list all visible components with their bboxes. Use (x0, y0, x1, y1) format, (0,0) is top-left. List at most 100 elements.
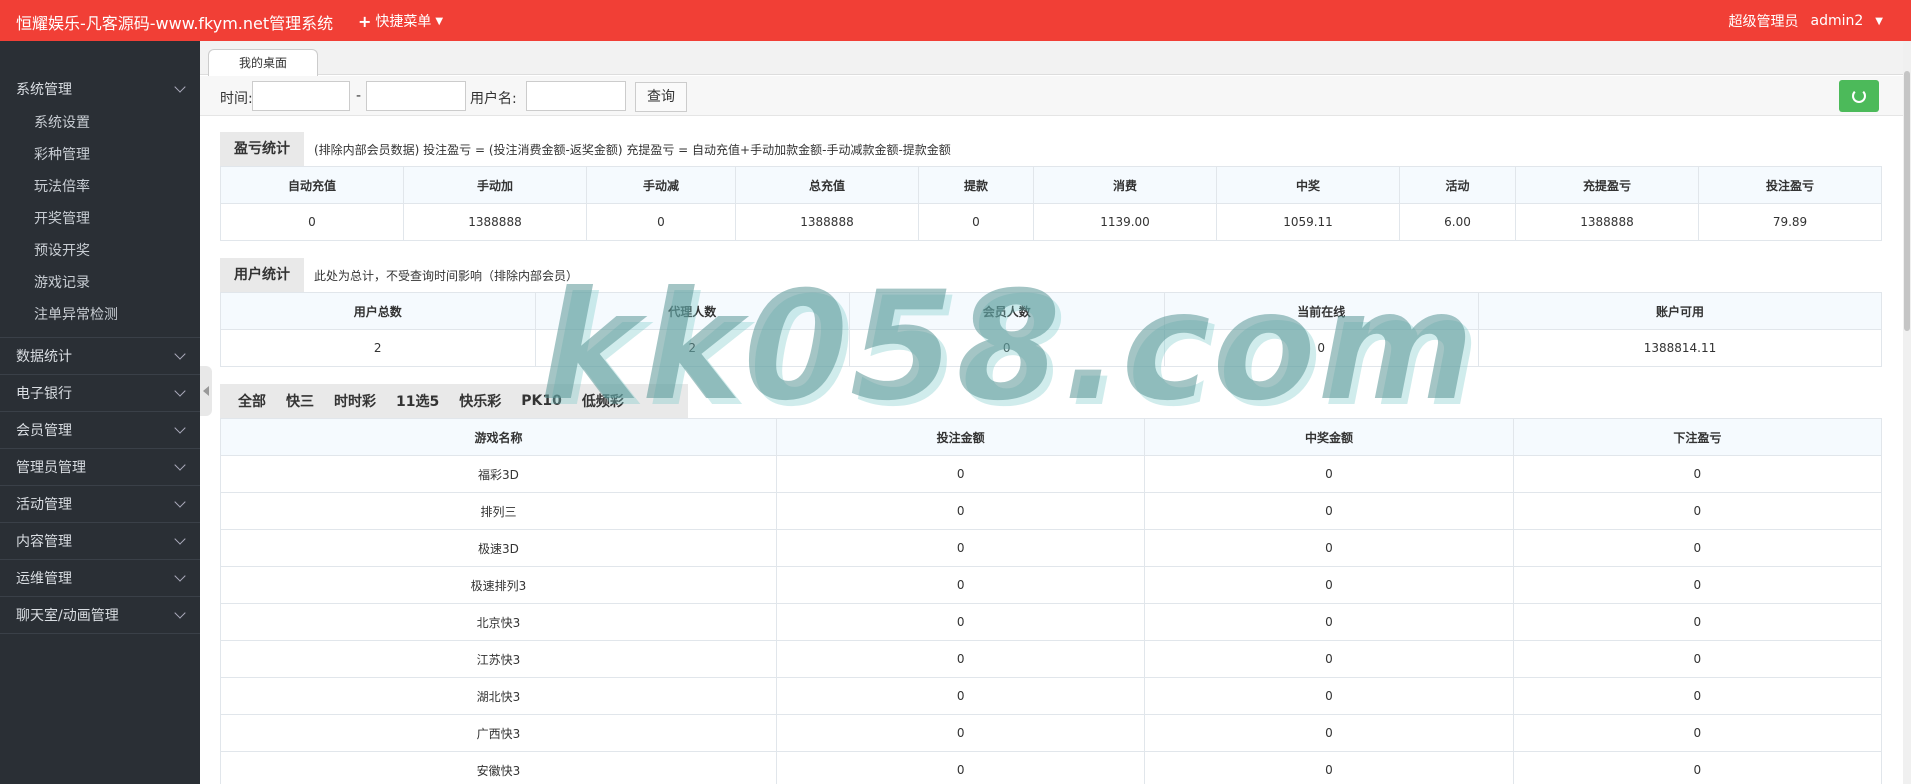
table-cell: 0 (1512, 455, 1883, 493)
table-header: 代理人数 (534, 292, 850, 330)
tab-low-freq[interactable]: 低频彩 (582, 391, 624, 411)
table-header: 投注金额 (775, 418, 1146, 456)
table-cell: 0 (775, 455, 1146, 493)
profit-section-header: 盈亏统计 (排除内部会员数据) 投注盈亏 = (投注消费金额-返奖金额) 充提盈… (220, 132, 951, 166)
table-header: 手动加 (403, 166, 587, 204)
end-time-input[interactable] (366, 81, 466, 111)
sidebar-group-activities: 活动管理 (0, 486, 200, 523)
tab-ssc[interactable]: 时时彩 (334, 391, 376, 411)
tab-kl[interactable]: 快乐彩 (459, 391, 501, 411)
table-row: 2 2 0 0 1388814.11 (220, 329, 1882, 367)
table-cell: 79.89 (1698, 203, 1882, 241)
quick-menu-button[interactable]: + 快捷菜单 ▼ (358, 11, 443, 31)
tab-k3[interactable]: 快三 (286, 391, 314, 411)
table-row: 安徽快3 0 0 0 (220, 751, 1883, 784)
sidebar-group-header[interactable]: 会员管理 (0, 412, 200, 448)
sidebar-group-stats: 数据统计 (0, 338, 200, 375)
sidebar-group-header[interactable]: 聊天室/动画管理 (0, 597, 200, 633)
start-time-input[interactable] (252, 81, 350, 111)
table-header: 活动 (1399, 166, 1516, 204)
table-header: 消费 (1033, 166, 1217, 204)
users-section-header: 用户统计 此处为总计，不受查询时间影响（排除内部会员） (220, 258, 578, 292)
sidebar-item-lottery-types[interactable]: 彩种管理 (0, 139, 200, 171)
table-cell: 1388888 (1515, 203, 1699, 241)
query-button[interactable]: 查询 (635, 82, 687, 112)
time-label: 时间: (220, 91, 253, 107)
sidebar-item-draw-management[interactable]: 开奖管理 (0, 203, 200, 235)
sidebar-group-header[interactable]: 管理员管理 (0, 449, 200, 485)
sidebar-group-label: 电子银行 (16, 386, 72, 402)
profit-title: 盈亏统计 (220, 132, 304, 166)
table-cell: 安徽快3 (220, 751, 777, 784)
tab-my-desktop[interactable]: 我的桌面 (208, 49, 318, 76)
chevron-down-icon (174, 607, 186, 619)
scrollbar-thumb[interactable] (1904, 71, 1910, 331)
sidebar-group-header[interactable]: 内容管理 (0, 523, 200, 559)
games-table: 游戏名称 投注金额 中奖金额 下注盈亏 福彩3D 0 0 0 排列三 0 0 0 极速3D 0 0 0… (220, 418, 1883, 784)
users-note: 此处为总计，不受查询时间影响（排除内部会员） (314, 268, 579, 283)
table-header: 充提盈亏 (1515, 166, 1699, 204)
sidebar-group-header[interactable]: 系统管理 (0, 71, 200, 107)
sidebar-item-play-odds[interactable]: 玩法倍率 (0, 171, 200, 203)
chevron-down-icon: ▼ (1875, 15, 1883, 27)
username-label: 用户名: (470, 91, 517, 107)
table-cell: 0 (586, 203, 736, 241)
sidebar-group-header[interactable]: 电子银行 (0, 375, 200, 411)
table-cell: 极速3D (220, 529, 777, 567)
sidebar-item-bet-anomaly[interactable]: 注单异常检测 (0, 299, 200, 331)
refresh-button[interactable] (1839, 80, 1879, 112)
sidebar: 系统管理 系统设置 彩种管理 玩法倍率 开奖管理 预设开奖 游戏记录 注单异常检… (0, 41, 200, 784)
username-input[interactable] (526, 81, 626, 111)
tab-pk10[interactable]: PK10 (521, 393, 562, 409)
sidebar-group-label: 活动管理 (16, 497, 72, 513)
sidebar-group-label: 管理员管理 (16, 460, 86, 476)
chevron-down-icon (174, 496, 186, 508)
sidebar-group-label: 系统管理 (16, 82, 72, 98)
table-cell: 0 (775, 566, 1146, 604)
sidebar-group-header[interactable]: 活动管理 (0, 486, 200, 522)
table-row: 极速排列3 0 0 0 (220, 566, 1883, 604)
table-row: 0 1388888 0 1388888 0 1139.00 1059.11 6.… (220, 203, 1882, 241)
table-cell: 极速排列3 (220, 566, 777, 604)
chevron-down-icon: ▼ (435, 15, 444, 27)
user-role: 超级管理员 (1728, 14, 1799, 30)
profit-table: 自动充值 手动加 手动减 总充值 提款 消费 中奖 活动 充提盈亏 投注盈亏 0… (220, 166, 1882, 241)
table-cell: 1139.00 (1033, 203, 1217, 241)
table-header: 当前在线 (1163, 292, 1479, 330)
table-cell: 0 (1512, 492, 1883, 530)
sidebar-item-system-settings[interactable]: 系统设置 (0, 107, 200, 139)
table-row: 广西快3 0 0 0 (220, 714, 1883, 752)
table-cell: 1388888 (735, 203, 919, 241)
sidebar-item-game-records[interactable]: 游戏记录 (0, 267, 200, 299)
table-cell: 0 (1512, 677, 1883, 715)
sidebar-item-preset-draw[interactable]: 预设开奖 (0, 235, 200, 267)
sidebar-group-header[interactable]: 数据统计 (0, 338, 200, 374)
table-header: 投注盈亏 (1698, 166, 1882, 204)
table-header: 自动充值 (220, 166, 404, 204)
table-header: 提款 (918, 166, 1034, 204)
table-cell: 0 (1144, 603, 1514, 641)
table-cell: 0 (220, 203, 404, 241)
table-cell: 福彩3D (220, 455, 777, 493)
table-cell: 0 (1512, 640, 1883, 678)
plus-icon: + (358, 11, 372, 31)
table-header: 中奖 (1216, 166, 1400, 204)
username: admin2 (1810, 13, 1864, 29)
vertical-scrollbar[interactable] (1903, 41, 1911, 784)
tab-11x5[interactable]: 11选5 (396, 391, 439, 411)
table-header: 用户总数 (220, 292, 536, 330)
table-header: 手动减 (586, 166, 736, 204)
table-cell: 0 (1144, 566, 1514, 604)
table-cell: 广西快3 (220, 714, 777, 752)
sidebar-collapse-toggle[interactable] (200, 366, 212, 416)
sidebar-group-system: 系统管理 系统设置 彩种管理 玩法倍率 开奖管理 预设开奖 游戏记录 注单异常检… (0, 71, 200, 338)
table-cell: 0 (775, 751, 1146, 784)
user-menu[interactable]: 超级管理员 admin2 ▼ (1729, 11, 1883, 31)
table-cell: 1059.11 (1216, 203, 1400, 241)
sidebar-group-header[interactable]: 运维管理 (0, 560, 200, 596)
table-cell: 0 (1144, 751, 1514, 784)
table-cell: 0 (849, 329, 1165, 367)
time-range-dash: - (356, 88, 362, 104)
quick-menu-label: 快捷菜单 (375, 14, 432, 30)
tab-all[interactable]: 全部 (238, 391, 266, 411)
